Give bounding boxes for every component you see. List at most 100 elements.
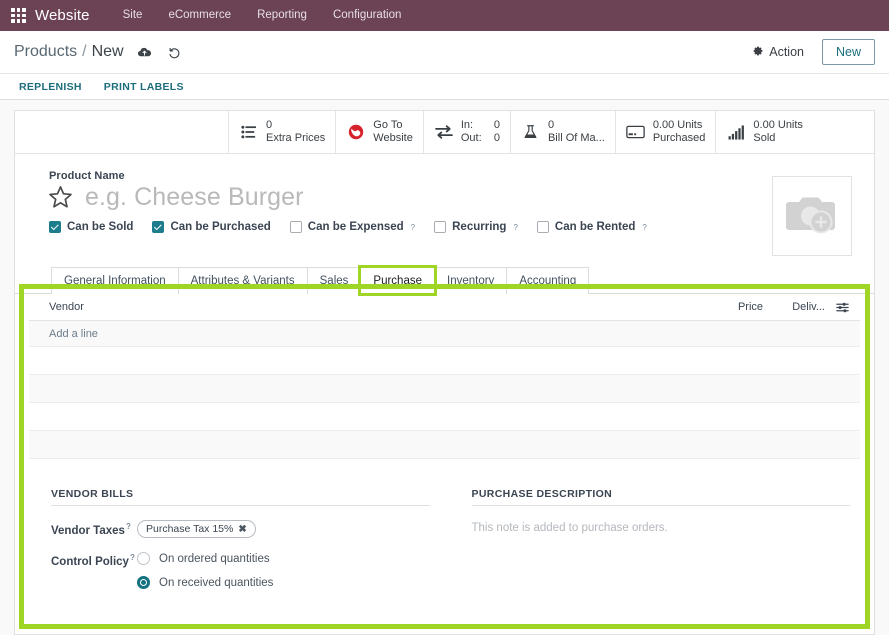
product-name-input[interactable]: e.g. Cheese Burger xyxy=(85,183,304,212)
stat-out-value: 0 xyxy=(493,132,500,144)
action-button[interactable]: Action xyxy=(748,42,808,63)
help-icon[interactable]: ? xyxy=(513,223,517,232)
help-icon[interactable]: ? xyxy=(411,223,415,232)
purchase-description-input[interactable]: This note is added to purchase orders. xyxy=(472,522,851,534)
purchase-description-group: PURCHASE DESCRIPTION This note is added … xyxy=(471,488,851,589)
bar-chart-icon xyxy=(726,124,746,140)
checkbox-label: Recurring xyxy=(452,221,507,233)
menu-item-site[interactable]: Site xyxy=(110,0,156,31)
remove-tag-icon[interactable]: ✖ xyxy=(238,524,246,535)
stat-button-in-out[interactable]: In: 0 Out: 0 xyxy=(423,111,511,153)
top-menu-bar: Website Site eCommerce Reporting Configu… xyxy=(0,0,889,31)
checkbox-label: Can be Expensed xyxy=(307,221,404,233)
secondary-button-bar: REPLENISH PRINT LABELS xyxy=(0,74,889,100)
column-header-price[interactable]: Price xyxy=(705,301,763,313)
vendor-taxes-label: Vendor Taxes? xyxy=(51,522,137,537)
new-button[interactable]: New xyxy=(821,39,875,65)
column-options-icon[interactable] xyxy=(825,301,849,314)
stat-label: Website xyxy=(373,132,413,144)
stat-label: Extra Prices xyxy=(266,132,326,144)
odoo-product-form: Website Site eCommerce Reporting Configu… xyxy=(0,0,889,635)
checkbox-label: Can be Sold xyxy=(67,221,134,233)
control-panel: Products / New Action New xyxy=(0,31,889,74)
list-icon xyxy=(239,125,259,139)
stat-button-sold[interactable]: 0.00 Units Sold xyxy=(716,111,813,153)
credit-card-icon xyxy=(626,125,646,139)
vendor-bills-group: VENDOR BILLS Vendor Taxes? Purchase Tax … xyxy=(51,488,430,589)
checkbox-can-be-expensed[interactable]: Can be Expensed ? xyxy=(289,221,415,233)
checkbox-recurring[interactable]: Recurring ? xyxy=(434,221,518,233)
table-header-row: Vendor Price Deliv... xyxy=(29,294,860,321)
breadcrumb-parent[interactable]: Products xyxy=(14,43,77,61)
control-policy-row: Control Policy? On ordered quantities On… xyxy=(51,552,430,589)
stat-label: Bill Of Ma... xyxy=(547,132,605,144)
stat-in-label: In: xyxy=(460,118,474,131)
stat-value: 0.00 Units xyxy=(652,118,703,131)
stat-button-empty xyxy=(15,111,229,153)
checkbox-can-be-purchased[interactable]: Can be Purchased xyxy=(152,221,271,233)
radio-label: On received quantities xyxy=(159,576,274,589)
stat-button-go-to-website[interactable]: Go To Website xyxy=(336,111,424,153)
menu-item-ecommerce[interactable]: eCommerce xyxy=(155,0,244,31)
exchange-arrows-icon xyxy=(434,124,454,140)
cloud-upload-icon[interactable] xyxy=(137,45,152,60)
breadcrumb-separator: / xyxy=(82,43,87,60)
vendor-taxes-label-text: Vendor Taxes xyxy=(51,524,125,537)
control-policy-label: Control Policy? xyxy=(51,552,137,568)
tab-attributes-variants[interactable]: Attributes & Variants xyxy=(177,267,308,294)
column-header-delivery[interactable]: Deliv... xyxy=(763,301,825,313)
checkbox-can-be-sold[interactable]: Can be Sold xyxy=(49,221,133,233)
star-outline-icon[interactable] xyxy=(47,184,74,211)
tab-accounting[interactable]: Accounting xyxy=(506,267,590,294)
tab-purchase[interactable]: Purchase xyxy=(358,265,437,296)
radio-on-ordered-quantities[interactable]: On ordered quantities xyxy=(137,552,273,565)
column-header-vendor[interactable]: Vendor xyxy=(49,301,705,313)
menu-item-reporting[interactable]: Reporting xyxy=(244,0,320,31)
stat-out-label: Out: xyxy=(460,132,482,144)
tab-general-information[interactable]: General Information xyxy=(51,267,179,294)
tab-sales[interactable]: Sales xyxy=(306,267,362,294)
notebook-tabs: General Information Attributes & Variant… xyxy=(51,265,874,296)
product-title-area: Product Name e.g. Cheese Burger Can be S… xyxy=(15,154,874,256)
app-brand-name[interactable]: Website xyxy=(35,7,90,24)
help-icon[interactable]: ? xyxy=(126,522,131,531)
control-policy-label-text: Control Policy xyxy=(51,555,129,568)
help-icon[interactable]: ? xyxy=(642,223,646,232)
checkbox-can-be-rented[interactable]: Can be Rented ? xyxy=(536,221,647,233)
form-sheet: 0 Extra Prices Go To Website In: 0 Out: … xyxy=(14,110,875,635)
undo-icon[interactable] xyxy=(167,45,182,60)
stat-button-extra-prices[interactable]: 0 Extra Prices xyxy=(229,111,337,153)
replenish-button[interactable]: REPLENISH xyxy=(19,81,82,93)
checkbox-label: Can be Rented xyxy=(554,221,636,233)
purchase-tab-groups: VENDOR BILLS Vendor Taxes? Purchase Tax … xyxy=(15,459,874,589)
add-a-line-link[interactable]: Add a line xyxy=(49,328,98,340)
checkbox-checked-icon xyxy=(49,221,61,233)
vendor-bills-title: VENDOR BILLS xyxy=(51,488,430,506)
stat-button-bar: 0 Extra Prices Go To Website In: 0 Out: … xyxy=(15,111,874,154)
stat-button-purchased[interactable]: 0.00 Units Purchased xyxy=(615,111,717,153)
flask-icon xyxy=(521,124,541,140)
menu-item-configuration[interactable]: Configuration xyxy=(320,0,414,31)
globe-icon xyxy=(346,124,366,140)
breadcrumb-current: New xyxy=(91,43,124,60)
vendor-tax-tag[interactable]: Purchase Tax 15% ✖ xyxy=(137,520,256,538)
radio-on-received-quantities[interactable]: On received quantities xyxy=(137,576,273,589)
radio-unselected-icon xyxy=(137,552,150,565)
table-row xyxy=(29,403,860,431)
tab-inventory[interactable]: Inventory xyxy=(434,267,508,294)
purchase-description-title: PURCHASE DESCRIPTION xyxy=(471,488,850,506)
stat-label: Purchased xyxy=(652,132,706,144)
checkbox-checked-icon xyxy=(152,221,165,233)
sheet-wrapper: 0 Extra Prices Go To Website In: 0 Out: … xyxy=(0,100,889,635)
stat-value: 0.00 Units xyxy=(753,118,803,131)
apps-grid-icon[interactable] xyxy=(11,8,26,23)
add-a-line-row[interactable]: Add a line xyxy=(29,321,860,347)
vendor-tax-tag-label: Purchase Tax 15% xyxy=(146,523,234,535)
print-labels-button[interactable]: PRINT LABELS xyxy=(104,81,184,93)
checkbox-unchecked-icon xyxy=(289,221,302,233)
breadcrumb: Products / New xyxy=(14,43,182,61)
product-image-upload[interactable] xyxy=(772,176,852,256)
help-icon[interactable]: ? xyxy=(130,553,135,562)
vendor-taxes-row: Vendor Taxes? Purchase Tax 15% ✖ xyxy=(51,520,430,538)
stat-button-bill-of-materials[interactable]: 0 Bill Of Ma... xyxy=(510,111,616,153)
